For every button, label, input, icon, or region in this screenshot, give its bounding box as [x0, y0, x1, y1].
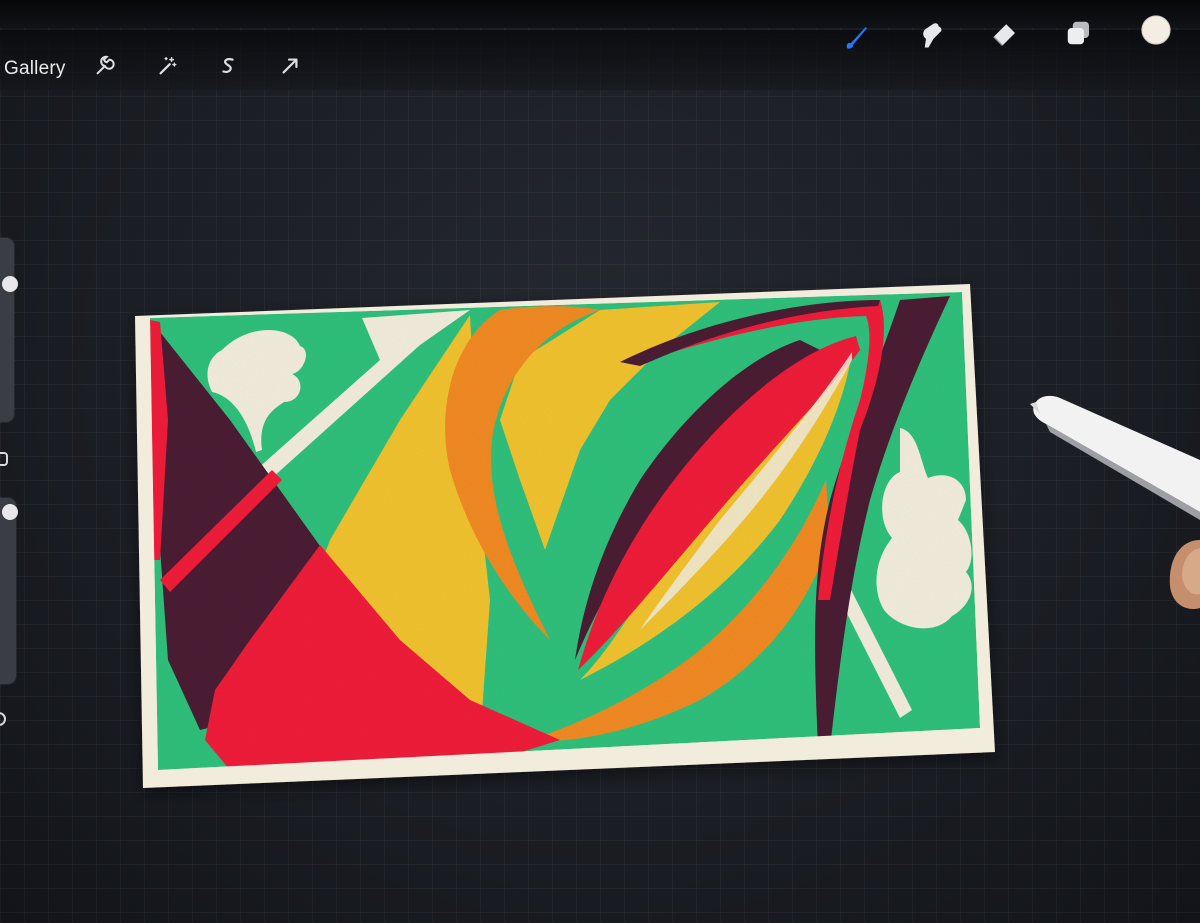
- apple-pencil: [1030, 395, 1200, 520]
- artwork-canvas[interactable]: [0, 0, 1200, 923]
- user-finger: [1169, 540, 1200, 610]
- procreate-screen: Gallery: [0, 0, 1200, 923]
